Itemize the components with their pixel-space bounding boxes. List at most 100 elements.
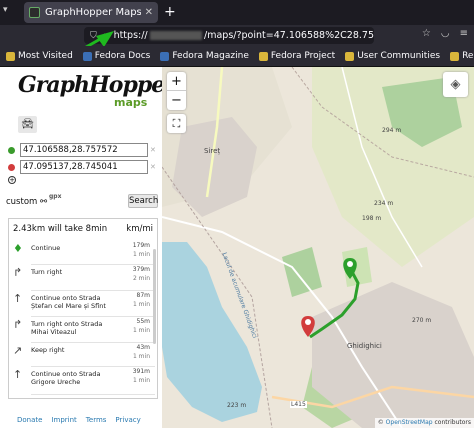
instruction-time: 1 min (132, 377, 150, 384)
car-icon: 🚘︎ (21, 119, 34, 130)
bookmark-red-hat[interactable]: Red Hat (450, 51, 474, 61)
layers-button[interactable]: ◈ (443, 72, 468, 97)
privacy-link[interactable]: Privacy (115, 416, 140, 424)
browser-tab[interactable]: GraphHopper Maps - Dri ✕ (24, 2, 158, 23)
bookmark-fedora-magazine[interactable]: Fedora Magazine (160, 51, 249, 61)
instruction-distance: 391m (132, 368, 150, 375)
instruction-distance: 43m (136, 344, 150, 351)
fullscreen-button[interactable]: ⛶ (167, 114, 186, 133)
bookmark-user-communities[interactable]: User Communities (345, 51, 440, 61)
map-label-elevation: 294 m (382, 127, 402, 134)
fullscreen-icon: ⛶ (172, 117, 181, 130)
continue-icon: ↑ (13, 292, 23, 305)
car-profile-button[interactable]: 🚘︎ (18, 116, 37, 133)
instruction-row[interactable]: ↑ Continue onto Strada Ștefan cel Mare și… (9, 291, 155, 317)
bookmark-fedora-project[interactable]: Fedora Project (258, 51, 335, 61)
tab-list-icon[interactable]: ▾ (3, 5, 17, 19)
instruction-row[interactable]: ♦ Continue 179m 1 min (9, 241, 155, 265)
route-instructions-panel: 2.43km will take 8min km/mi ♦ Continue 179… (8, 218, 158, 399)
instruction-row[interactable]: ↑ Continue onto Strada Grigore Ureche 391m… (9, 367, 155, 395)
instruction-text: Keep right (31, 346, 65, 354)
turn-right-icon: ↱ (13, 266, 23, 279)
instruction-time: 1 min (132, 251, 150, 258)
settings-icon: ⚯ (40, 197, 48, 207)
instruction-text: Continue (31, 244, 61, 252)
instruction-text: Turn right (31, 268, 63, 276)
marker-icon: ♦ (13, 242, 23, 255)
close-tab-icon[interactable]: ✕ (145, 7, 153, 18)
instruction-time: 2 min (132, 275, 150, 282)
menu-icon[interactable]: ≡ (460, 28, 468, 39)
fedora-magazine-icon (160, 51, 170, 61)
instruction-row[interactable]: ↱ Turn right onto Strada Mihai Viteazul 55… (9, 317, 155, 343)
bookmarks-toolbar: Most Visited Fedora Docs Fedora Magazine… (0, 46, 474, 67)
fedora-icon (82, 51, 92, 61)
url-redacted (149, 31, 203, 40)
instruction-text: Continue onto Strada Grigore Ureche (31, 370, 101, 386)
map-attribution: © OpenStreetMap contributors (374, 418, 474, 428)
end-point-input[interactable] (20, 160, 148, 174)
map-label-elevation: 234 m (374, 200, 394, 207)
map-label-siret: Sireț (204, 147, 221, 155)
folder-icon (258, 51, 268, 61)
sidebar-footer: Donate Imprint Terms Privacy (0, 416, 162, 424)
imprint-link[interactable]: Imprint (51, 416, 76, 424)
map-label-elevation: 198 m (362, 215, 382, 222)
bookmark-star-icon[interactable]: ☆ (422, 28, 431, 39)
pocket-icon[interactable]: ◡ (441, 28, 450, 39)
zoom-out-button[interactable]: − (167, 91, 186, 110)
logo-maps-text: maps (114, 96, 148, 109)
add-point-button[interactable]: + (8, 176, 16, 184)
end-marker-icon (8, 163, 15, 171)
map-label-elevation: 223 m (227, 402, 247, 409)
divider (31, 394, 155, 395)
folder-icon (345, 51, 355, 61)
map-tiles (162, 67, 474, 428)
graphhopper-logo[interactable]: GraphHopper (18, 72, 176, 98)
instruction-text: Turn right onto Strada Mihai Viteazul (31, 320, 103, 336)
map-label-road: L415 (290, 401, 307, 408)
map-canvas[interactable]: Sireț Lacul de acumulare Ghidighici Ghid… (162, 67, 474, 428)
turn-right-icon: ↱ (13, 318, 23, 331)
instruction-distance: 379m (132, 266, 150, 273)
remove-point-icon[interactable]: ✕ (150, 163, 156, 171)
search-button[interactable]: Search (128, 194, 158, 208)
bookmark-fedora-docs[interactable]: Fedora Docs (82, 51, 150, 61)
map-label-ghidighici: Ghidighici (347, 342, 382, 350)
gear-icon (6, 51, 15, 61)
layers-icon: ◈ (450, 77, 461, 92)
instruction-distance: 179m (132, 242, 150, 249)
gpx-export-button[interactable]: gpx (49, 193, 61, 200)
new-tab-button[interactable]: + (164, 4, 176, 20)
url-bar[interactable]: ⛉ 🔒︎ https:// /maps/?point=47.106588%2C2… (84, 27, 374, 44)
donate-link[interactable]: Donate (17, 416, 42, 424)
instruction-time: 1 min (132, 327, 150, 334)
keep-right-icon: ↗ (13, 344, 23, 357)
url-suffix: /maps/?point=47.106588%2C28.75 (204, 30, 374, 41)
instruction-row[interactable]: ↱ Turn right 379m 2 min (9, 265, 155, 291)
start-point-input[interactable] (20, 143, 148, 157)
instruction-distance: 87m (136, 292, 150, 299)
instruction-time: 1 min (132, 353, 150, 360)
instruction-text: Continue onto Strada Ștefan cel Mare și … (31, 294, 106, 310)
map-label-elevation: 270 m (412, 317, 432, 324)
route-summary: 2.43km will take 8min (13, 224, 108, 234)
instruction-time: 1 min (132, 301, 150, 308)
scrollbar[interactable] (153, 249, 156, 344)
instruction-row[interactable]: ↗ Keep right 43m 1 min (9, 343, 155, 367)
start-point-row: ✕ (8, 143, 158, 157)
remove-point-icon[interactable]: ✕ (150, 146, 156, 154)
folder-icon (450, 51, 460, 61)
favicon-icon (29, 7, 40, 18)
tab-title: GraphHopper Maps - Dri (45, 7, 141, 18)
terms-link[interactable]: Terms (86, 416, 107, 424)
bookmark-most-visited[interactable]: Most Visited (6, 51, 73, 61)
unit-toggle[interactable]: km/mi (126, 224, 153, 234)
custom-model-toggle[interactable]: custom ⚯ (6, 197, 47, 207)
end-point-row: ✕ (8, 160, 158, 174)
zoom-control: + − (167, 72, 186, 110)
osm-link[interactable]: OpenStreetMap (386, 419, 433, 426)
zoom-in-button[interactable]: + (167, 72, 186, 91)
start-marker-icon (8, 146, 15, 154)
continue-icon: ↑ (13, 368, 23, 381)
